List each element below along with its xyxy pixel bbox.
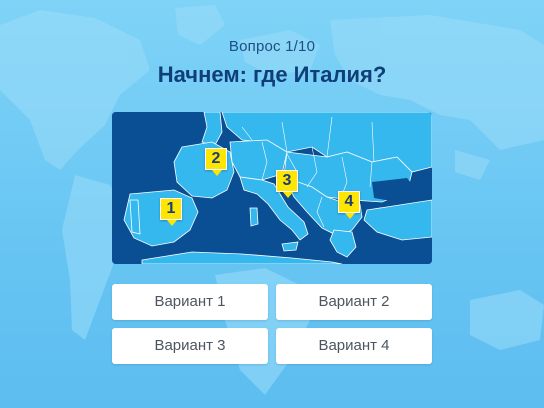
answer-option-2[interactable]: Вариант 2 bbox=[276, 284, 432, 320]
map-marker-3[interactable]: 3 bbox=[276, 170, 298, 198]
answer-option-4[interactable]: Вариант 4 bbox=[276, 328, 432, 364]
question-title: Начнем: где Италия? bbox=[157, 62, 387, 87]
question-counter: Вопрос 1/10 bbox=[228, 38, 316, 55]
answer-option-1[interactable]: Вариант 1 bbox=[112, 284, 268, 320]
map-marker-2[interactable]: 2 bbox=[205, 148, 227, 176]
europe-map: 1 2 3 4 bbox=[112, 112, 432, 264]
answer-option-3[interactable]: Вариант 3 bbox=[112, 328, 268, 364]
map-marker-4[interactable]: 4 bbox=[338, 191, 360, 219]
map-marker-1[interactable]: 1 bbox=[160, 198, 182, 226]
europe-map-graphic bbox=[112, 112, 432, 264]
